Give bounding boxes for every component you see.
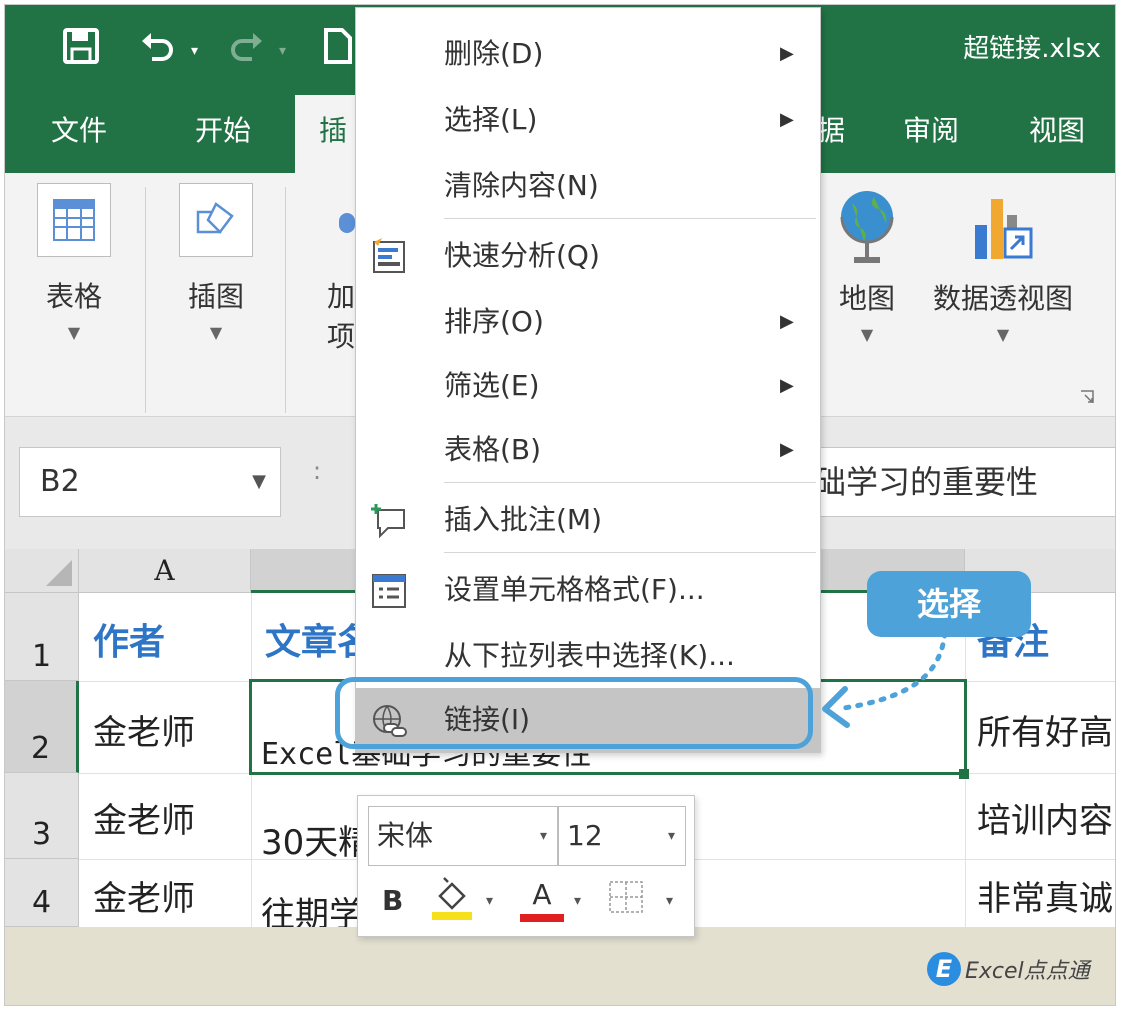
addins-icon xyxy=(319,183,359,257)
tab-view[interactable]: 视图 xyxy=(1029,95,1085,173)
chevron-down-icon: ▼ xyxy=(996,325,1010,344)
quick-analysis-icon xyxy=(370,238,408,276)
cell-a3[interactable]: 金老师 xyxy=(93,793,195,842)
chevron-down-icon: ▼ xyxy=(860,325,874,344)
submenu-arrow-icon: ▶ xyxy=(780,375,794,396)
submenu-arrow-icon: ▶ xyxy=(780,109,794,130)
watermark-logo: E xyxy=(927,952,961,986)
ribbon-separator xyxy=(145,187,146,413)
new-document-icon[interactable] xyxy=(317,27,357,71)
chevron-down-icon: ▾ xyxy=(539,828,547,844)
link-highlight-outline xyxy=(335,677,813,749)
menu-separator xyxy=(444,482,816,483)
addins-button[interactable]: 加 项 xyxy=(319,183,359,355)
submenu-arrow-icon: ▶ xyxy=(780,43,794,64)
maps-label: 地图 xyxy=(838,282,895,315)
submenu-arrow-icon: ▶ xyxy=(780,311,794,332)
menu-item-select[interactable]: 选择(L) ▶ xyxy=(356,88,820,152)
name-box-value: B2 xyxy=(40,464,80,499)
chevron-down-icon[interactable]: ▾ xyxy=(486,876,493,926)
illustrations-button[interactable]: 插图 ▼ xyxy=(175,183,257,342)
tab-review[interactable]: 审阅 xyxy=(903,95,959,173)
menu-item-quick-analysis[interactable]: 快速分析(Q) xyxy=(356,224,820,288)
row-header-1[interactable]: 1 xyxy=(5,593,79,681)
cell-a4[interactable]: 金老师 xyxy=(93,871,195,920)
font-color-button[interactable]: A xyxy=(520,876,564,926)
menu-item-sort[interactable]: 排序(O) ▶ xyxy=(356,290,820,354)
menu-item-table[interactable]: 表格(B) ▶ xyxy=(356,418,820,482)
insert-comment-icon xyxy=(370,502,408,540)
font-size-dropdown[interactable]: 12 ▾ xyxy=(558,806,686,866)
globe-icon xyxy=(831,183,903,271)
tab-data[interactable]: 据 xyxy=(817,95,845,173)
redo-icon[interactable] xyxy=(227,27,267,71)
excel-window: ▾ ▾ 超链接.xlsx 文件 开始 插 据 审阅 视图 表格 ▼ 插图 ▼ 加… xyxy=(4,4,1116,1006)
pivotchart-icon xyxy=(923,183,1083,271)
annotation-arrow-icon xyxy=(822,630,948,728)
select-all-button[interactable] xyxy=(5,549,79,593)
fill-handle[interactable] xyxy=(959,769,969,779)
format-cells-icon xyxy=(370,572,408,610)
pivotchart-label: 数据透视图 xyxy=(932,282,1073,315)
ribbon-separator xyxy=(285,187,286,413)
context-menu: 删除(D) ▶ 选择(L) ▶ 清除内容(N) 快速分析(Q) 排序(O) ▶ … xyxy=(355,7,821,753)
borders-icon[interactable] xyxy=(608,876,644,926)
font-color-icon: A xyxy=(532,878,552,911)
row-header-4[interactable]: 4 xyxy=(5,859,79,927)
submenu-arrow-icon: ▶ xyxy=(780,439,794,460)
tab-home[interactable]: 开始 xyxy=(195,95,251,173)
chevron-down-icon: ▼ xyxy=(209,323,223,342)
menu-separator xyxy=(444,218,816,219)
row-header-3[interactable]: 3 xyxy=(5,773,79,859)
mini-toolbar: 宋体 ▾ 12 ▾ B ▾ A ▾ ▾ xyxy=(357,795,695,937)
menu-item-filter[interactable]: 筛选(E) ▶ xyxy=(356,354,820,418)
illustrations-label: 插图 xyxy=(187,280,244,313)
document-title: 超链接.xlsx xyxy=(963,34,1101,64)
save-icon[interactable] xyxy=(61,27,101,71)
menu-item-format-cells[interactable]: 设置单元格格式(F)... xyxy=(356,558,820,622)
illustrations-icon xyxy=(179,183,253,257)
pivotchart-button[interactable]: 数据透视图 ▼ xyxy=(923,183,1083,344)
undo-dropdown-icon[interactable]: ▾ xyxy=(191,29,198,73)
redo-dropdown-icon[interactable]: ▾ xyxy=(279,29,286,73)
table-label: 表格 xyxy=(45,280,102,313)
row-header-2[interactable]: 2 xyxy=(5,681,79,773)
cell-c4[interactable]: 非常真诚 xyxy=(977,871,1115,920)
cell-c3[interactable]: 培训内容 xyxy=(977,793,1115,842)
bold-button[interactable]: B xyxy=(382,876,403,926)
chevron-down-icon: ▾ xyxy=(667,828,675,844)
formula-bar-grip: : xyxy=(313,457,322,485)
cell-a2[interactable]: 金老师 xyxy=(93,705,195,754)
cell-a1[interactable]: 作者 xyxy=(93,613,165,665)
menu-item-delete[interactable]: 删除(D) ▶ xyxy=(356,22,820,86)
table-button[interactable]: 表格 ▼ xyxy=(33,183,115,342)
maps-button[interactable]: 地图 ▼ xyxy=(831,183,903,344)
formula-input[interactable]: 础学习的重要性 xyxy=(797,447,1115,517)
fill-color-icon[interactable] xyxy=(430,876,474,926)
menu-item-insert-comment[interactable]: 插入批注(M) xyxy=(356,488,820,552)
chevron-down-icon: ▼ xyxy=(67,323,81,342)
tab-file[interactable]: 文件 xyxy=(51,95,107,173)
name-box[interactable]: B2 ▼ xyxy=(19,447,281,517)
column-header-a[interactable]: A xyxy=(79,549,251,593)
watermark: E Excel点点通 xyxy=(927,949,1090,989)
font-name-dropdown[interactable]: 宋体 ▾ xyxy=(368,806,558,866)
cell-c2[interactable]: 所有好高 xyxy=(977,705,1115,754)
menu-separator xyxy=(444,552,816,553)
watermark-text: Excel点点通 xyxy=(965,959,1090,984)
menu-item-clear-contents[interactable]: 清除内容(N) xyxy=(356,154,820,218)
chevron-down-icon[interactable]: ▼ xyxy=(252,448,266,516)
chevron-down-icon[interactable]: ▾ xyxy=(574,876,581,926)
chevron-down-icon[interactable]: ▾ xyxy=(666,876,673,926)
table-icon xyxy=(37,183,111,257)
undo-icon[interactable] xyxy=(137,27,177,71)
dialog-launcher-icon[interactable] xyxy=(1079,389,1095,405)
